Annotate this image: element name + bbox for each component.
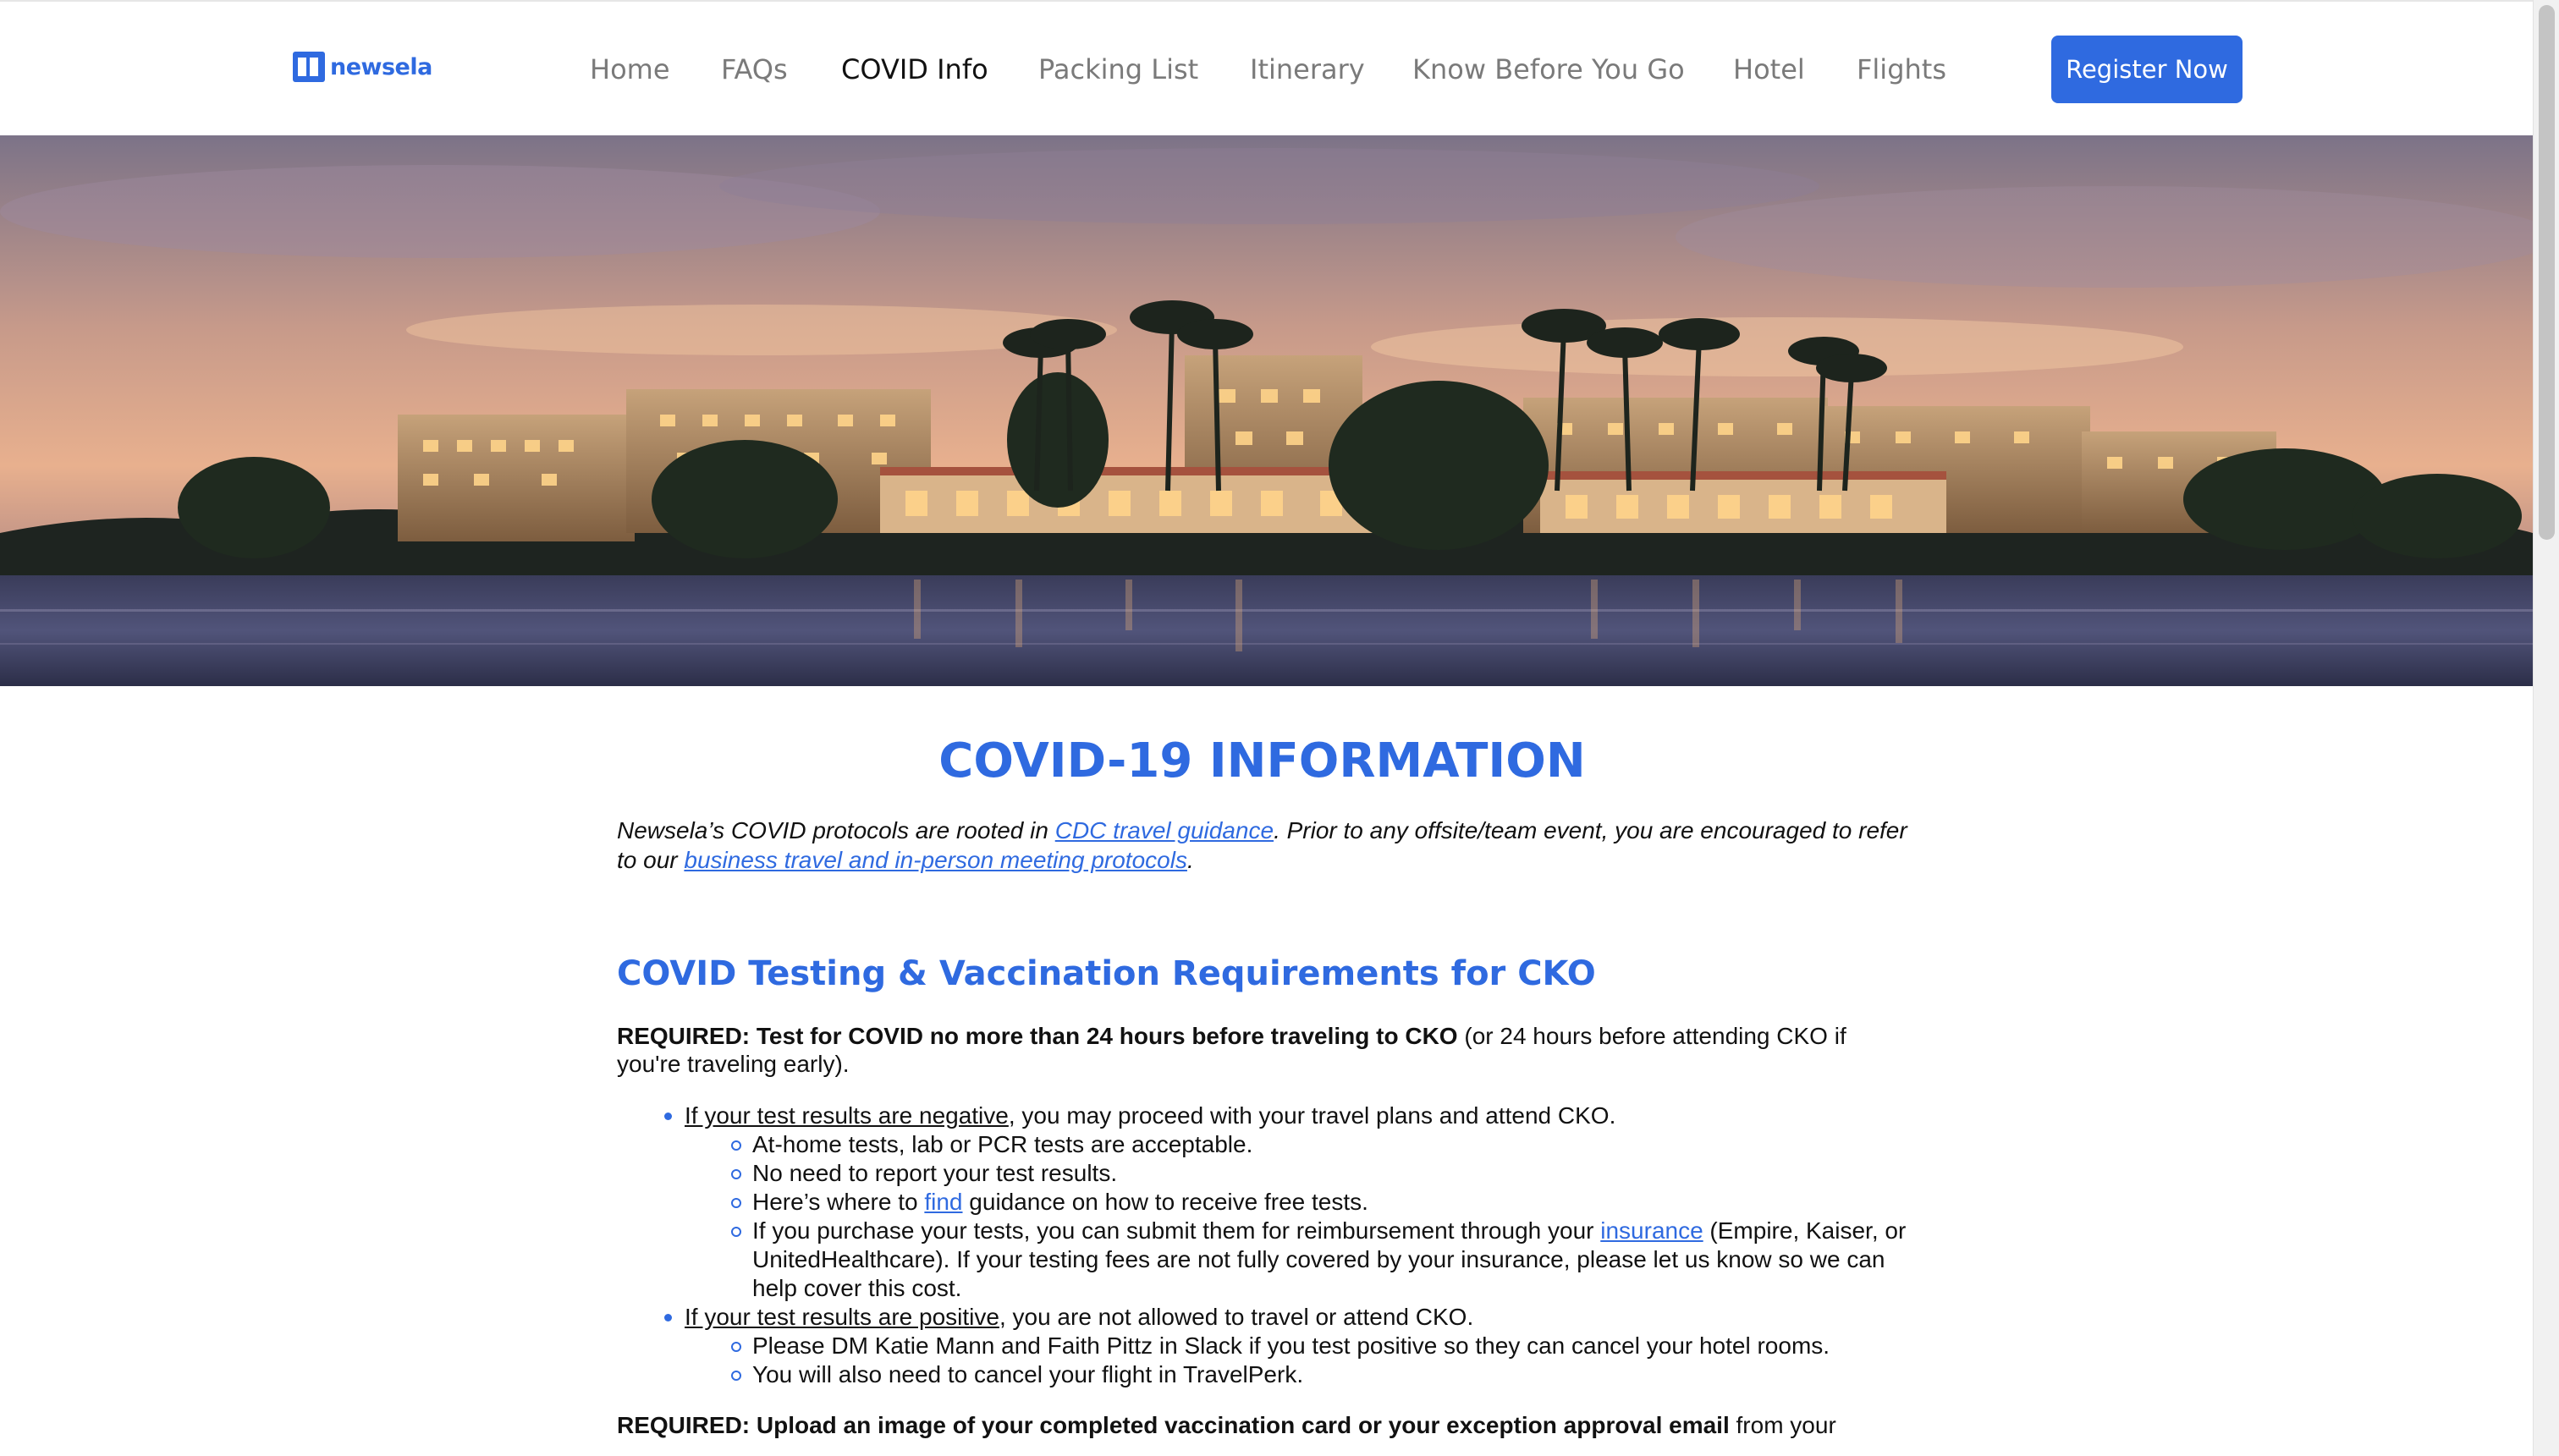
page-scrollbar[interactable] — [2533, 0, 2559, 1456]
business-travel-protocols-link[interactable]: business travel and in-person meeting pr… — [684, 847, 1187, 873]
list-item-negative: If your test results are negative, you m… — [664, 1102, 1907, 1303]
list-item: You will also need to cancel your flight… — [731, 1360, 1907, 1389]
vaccination-requirement-bold: REQUIRED: Upload an image of your comple… — [617, 1412, 1730, 1438]
nav-hotel[interactable]: Hotel — [1733, 49, 1805, 90]
positive-sublist: Please DM Katie Mann and Faith Pittz in … — [685, 1332, 1907, 1389]
negative-rest: , you may proceed with your travel plans… — [1008, 1102, 1616, 1129]
negative-lead: If your test results are negative — [685, 1102, 1009, 1129]
list-item: No need to report your test results. — [731, 1159, 1907, 1188]
results-list: If your test results are negative, you m… — [617, 1102, 1907, 1389]
resort-photo — [0, 135, 2533, 686]
nav-faqs[interactable]: FAQs — [721, 49, 788, 90]
testing-requirement-bold: REQUIRED: Test for COVID no more than 24… — [617, 1023, 1458, 1049]
nav-home[interactable]: Home — [590, 49, 670, 90]
nav-covid-info[interactable]: COVID Info — [841, 49, 988, 90]
intro-text-3: . — [1186, 847, 1194, 873]
nav-packing-list[interactable]: Packing List — [1038, 49, 1198, 90]
page-title: COVID-19 INFORMATION — [938, 733, 1586, 788]
intro-text-1: Newsela’s COVID protocols are rooted in — [617, 817, 1055, 843]
list-item: Please DM Katie Mann and Faith Pittz in … — [731, 1332, 1907, 1360]
find-post: guidance on how to receive free tests. — [962, 1189, 1368, 1215]
cdc-travel-guidance-link[interactable]: CDC travel guidance — [1055, 817, 1274, 843]
vaccination-requirement: REQUIRED: Upload an image of your comple… — [617, 1411, 1907, 1440]
list-item-positive: If your test results are positive, you a… — [664, 1303, 1907, 1389]
newsela-logo[interactable]: newsela — [293, 51, 432, 83]
positive-lead: If your test results are positive — [685, 1304, 999, 1330]
list-item-find-tests: Here’s where to find guidance on how to … — [731, 1188, 1907, 1217]
testing-requirement: REQUIRED: Test for COVID no more than 24… — [617, 1022, 1907, 1078]
section-title: COVID Testing & Vaccination Requirements… — [617, 954, 1596, 993]
negative-sublist: At-home tests, lab or PCR tests are acce… — [685, 1130, 1907, 1303]
logo-text: newsela — [330, 53, 432, 80]
vaccination-requirement-rest: from your — [1729, 1412, 1836, 1438]
scrollbar-thumb[interactable] — [2539, 5, 2555, 540]
nav-itinerary[interactable]: Itinerary — [1250, 49, 1365, 90]
hero-image — [0, 135, 2533, 686]
main-content: COVID-19 INFORMATION Newsela’s COVID pro… — [617, 728, 1907, 1440]
insurance-link[interactable]: insurance — [1600, 1217, 1703, 1244]
list-item-insurance: If you purchase your tests, you can subm… — [731, 1217, 1907, 1303]
intro-paragraph: Newsela’s COVID protocols are rooted in … — [617, 816, 1907, 875]
newsela-logo-icon — [293, 52, 325, 82]
positive-rest: , you are not allowed to travel or atten… — [999, 1304, 1474, 1330]
find-pre: Here’s where to — [752, 1189, 925, 1215]
nav-know-before-you-go[interactable]: Know Before You Go — [1412, 49, 1685, 90]
insurance-pre: If you purchase your tests, you can subm… — [752, 1217, 1601, 1244]
nav-flights[interactable]: Flights — [1857, 49, 1946, 90]
list-item: At-home tests, lab or PCR tests are acce… — [731, 1130, 1907, 1159]
find-link[interactable]: find — [924, 1189, 962, 1215]
site-header: newsela Home FAQs COVID Info Packing Lis… — [0, 0, 2533, 135]
register-now-button[interactable]: Register Now — [2051, 36, 2243, 103]
